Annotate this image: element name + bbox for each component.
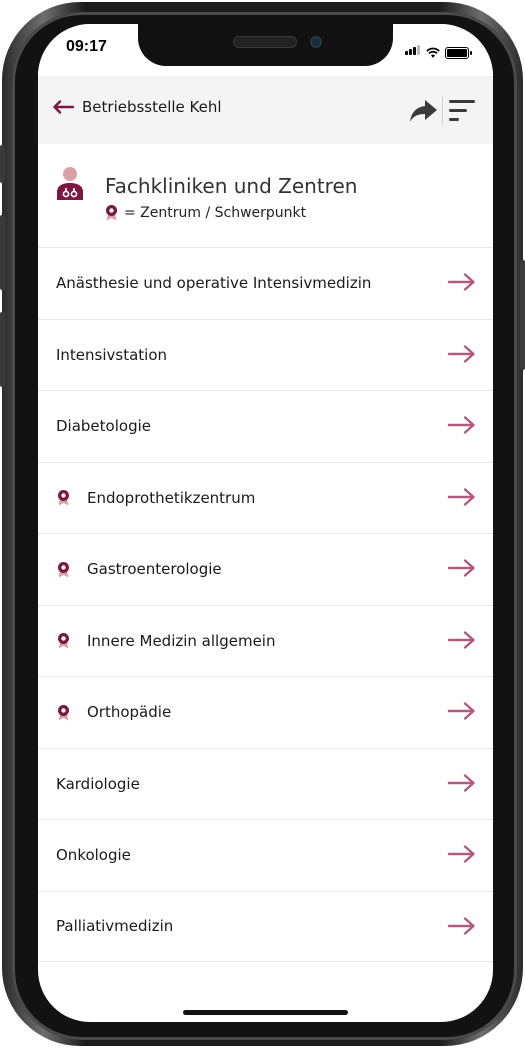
list-item[interactable]: Palliativmedizin (38, 890, 493, 962)
section-title: Fachkliniken und Zentren (105, 174, 358, 198)
arrow-right-icon (447, 487, 477, 511)
side-button-volume-down (0, 312, 5, 387)
arrow-right-icon (447, 701, 477, 725)
battery-icon (445, 47, 472, 59)
arrow-right-icon (447, 916, 477, 940)
home-indicator[interactable] (183, 1010, 348, 1015)
list-item[interactable]: Anästhesie und operative Intensivmedizin (38, 247, 493, 319)
arrow-left-icon (53, 100, 74, 114)
status-bar: 09:17 (38, 24, 493, 76)
list-item[interactable]: Orthopädie (38, 676, 493, 748)
doctor-icon (57, 167, 83, 200)
list-item-label: Anästhesie und operative Intensivmedizin (56, 274, 372, 293)
list-item-label: Onkologie (56, 846, 131, 865)
list-item[interactable]: Intensivstation (38, 318, 493, 391)
status-time: 09:17 (66, 38, 107, 55)
back-label: Betriebsstelle Kehl (82, 98, 222, 116)
list-item-label: Palliativmedizin (56, 917, 174, 936)
side-button-mute (0, 145, 5, 183)
filter-button[interactable] (445, 96, 479, 126)
share-arrow-icon (410, 100, 437, 122)
arrow-right-icon (447, 844, 477, 868)
list-item-label: Intensivstation (56, 345, 168, 364)
award-ribbon-icon (56, 632, 70, 650)
camera (310, 36, 322, 48)
list-item-label: Endoprothetikzentrum (87, 488, 256, 507)
side-button-volume-up (0, 215, 5, 290)
signal-icon (405, 40, 421, 59)
list-item-label: Innere Medizin allgemein (87, 631, 276, 650)
list-item-label: Gastroenterologie (87, 560, 222, 579)
header-actions (406, 96, 479, 126)
list-item[interactable]: Innere Medizin allgemein (38, 604, 493, 677)
list-item[interactable]: Endoprothetikzentrum (38, 461, 493, 534)
list-item-label: Orthopädie (87, 703, 172, 722)
notch (138, 24, 393, 66)
back-button[interactable]: Betriebsstelle Kehl (52, 98, 222, 116)
legend: = Zentrum / Schwerpunkt (105, 204, 306, 221)
wifi-icon (426, 47, 440, 58)
list-item[interactable]: Kardiologie (38, 747, 493, 820)
arrow-right-icon (447, 630, 477, 654)
arrow-right-icon (447, 558, 477, 582)
speaker (233, 36, 297, 48)
filter-lines-icon (449, 100, 475, 121)
award-ribbon-icon (56, 489, 70, 507)
app-header: Betriebsstelle Kehl (38, 76, 493, 144)
list-item[interactable]: Gastroenterologie (38, 533, 493, 605)
status-icons (405, 40, 472, 59)
arrow-right-icon (447, 415, 477, 439)
award-ribbon-icon (56, 560, 70, 578)
header-divider (442, 97, 443, 125)
share-button[interactable] (406, 96, 440, 126)
award-ribbon-icon (56, 703, 70, 721)
list-item[interactable]: Onkologie (38, 819, 493, 891)
side-button-power (520, 260, 525, 370)
arrow-right-icon (447, 773, 477, 797)
legend-text: = Zentrum / Schwerpunkt (124, 204, 307, 221)
phone-screen: 09:17 Betriebsstelle Kehl Fachkliniken u… (38, 24, 493, 1022)
list-item[interactable]: Diabetologie (38, 390, 493, 462)
award-ribbon-icon (106, 205, 117, 221)
list-item-label: Kardiologie (56, 774, 140, 793)
clinic-list: Anästhesie und operative Intensivmedizin… (38, 247, 493, 962)
arrow-right-icon (447, 344, 477, 368)
list-item-label: Diabetologie (56, 417, 151, 436)
section-header: Fachkliniken und Zentren = Zentrum / Sch… (38, 144, 493, 247)
arrow-right-icon (447, 272, 477, 296)
